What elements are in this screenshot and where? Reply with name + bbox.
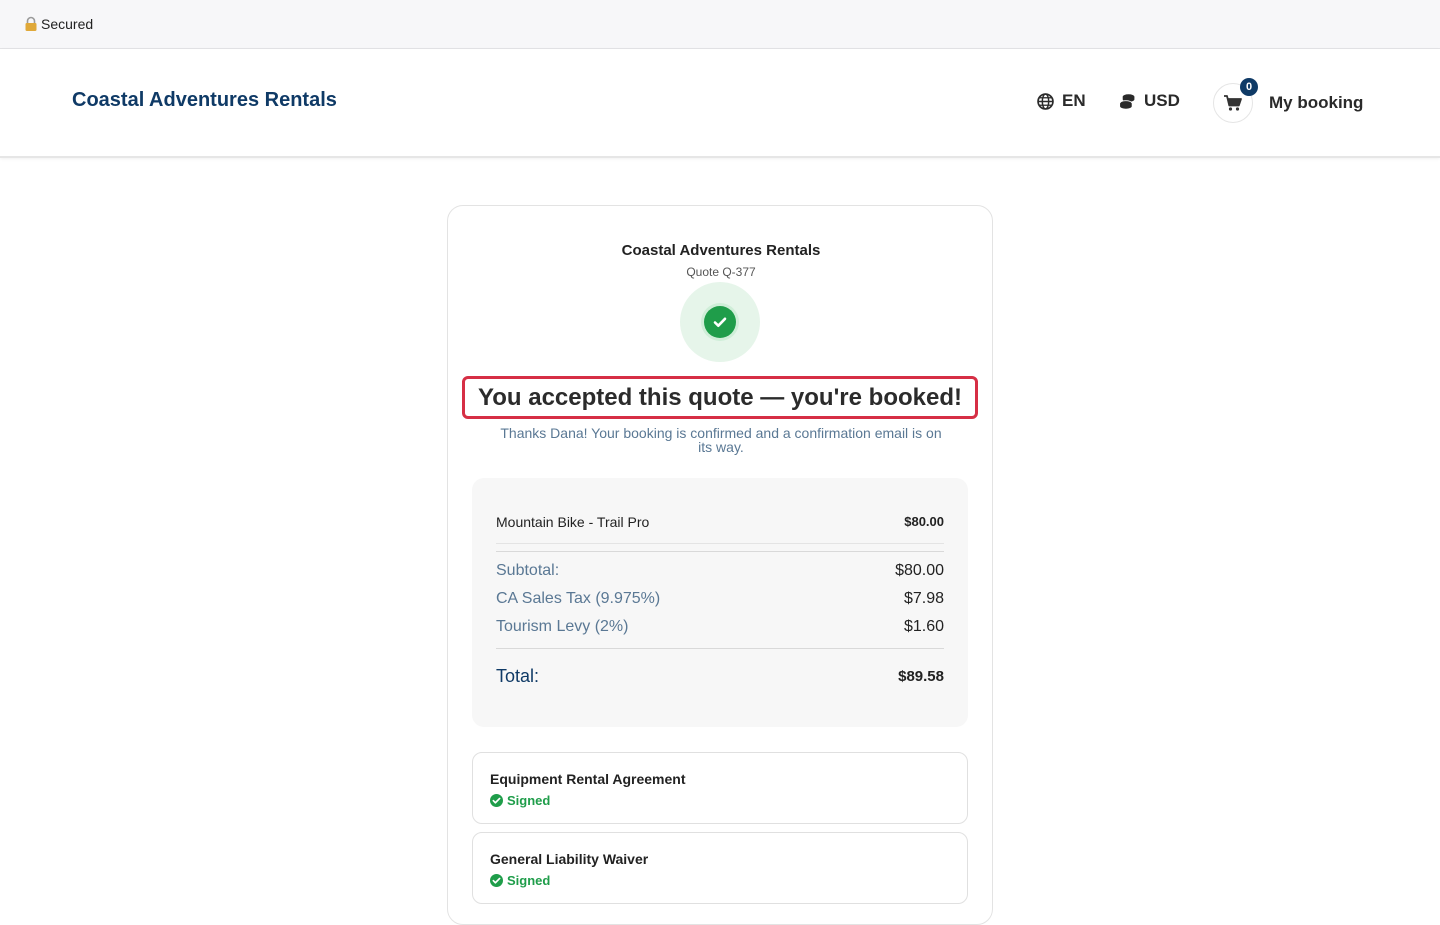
- language-label: EN: [1062, 91, 1086, 110]
- check-circle-icon: [490, 794, 503, 807]
- security-bar: Secured: [0, 0, 1440, 49]
- language-selector[interactable]: EN: [1037, 91, 1086, 111]
- fee-row-tourism-levy: Tourism Levy (2%) $1.60: [496, 618, 944, 636]
- brand-logo-text[interactable]: Coastal Adventures Rentals: [72, 89, 337, 112]
- fee-amount: $1.60: [903, 618, 944, 635]
- quote-card: Coastal Adventures Rentals Quote Q-377 Y…: [447, 205, 993, 925]
- check-circle-icon: [490, 874, 503, 887]
- document-title: Equipment Rental Agreement: [490, 771, 686, 787]
- checkmark-icon: [713, 317, 727, 327]
- document-title: General Liability Waiver: [490, 851, 649, 867]
- total-label: Total:: [496, 666, 540, 686]
- total-row: Total: $89.58: [496, 666, 944, 687]
- lock-icon: [25, 16, 37, 31]
- fee-label: CA Sales Tax (9.975%): [496, 590, 661, 607]
- document-status: Signed: [490, 873, 550, 888]
- price-summary: Mountain Bike - Trail Pro $80.00 Subtota…: [472, 478, 968, 727]
- my-booking-link[interactable]: My booking: [1269, 93, 1363, 113]
- divider: [496, 551, 944, 552]
- site-header: Coastal Adventures Rentals EN USD 0 My b…: [0, 49, 1440, 158]
- fee-amount: $7.98: [903, 590, 944, 607]
- confirmation-headline: You accepted this quote — you're booked!: [462, 376, 978, 419]
- cart-count-badge: 0: [1240, 78, 1258, 96]
- line-item: Mountain Bike - Trail Pro $80.00: [496, 514, 944, 530]
- subtotal-amount: $80.00: [895, 562, 944, 579]
- fee-row-sales-tax: CA Sales Tax (9.975%) $7.98: [496, 590, 944, 608]
- currency-selector[interactable]: USD: [1119, 91, 1180, 111]
- quote-number: Quote Q-377: [686, 265, 756, 279]
- fee-label: Tourism Levy (2%): [496, 618, 629, 635]
- divider: [496, 543, 944, 544]
- line-item-price: $80.00: [904, 514, 944, 529]
- subtotal-label: Subtotal:: [496, 562, 560, 579]
- status-label: Signed: [507, 873, 551, 888]
- subtotal-row: Subtotal: $80.00: [496, 562, 944, 580]
- status-label: Signed: [507, 793, 551, 808]
- success-indicator: [680, 282, 760, 362]
- cart-icon: [1224, 95, 1242, 111]
- document-card-liability-waiver[interactable]: General Liability Waiver Signed: [472, 832, 968, 904]
- coins-icon: [1119, 93, 1135, 109]
- document-status: Signed: [490, 793, 550, 808]
- total-amount: $89.58: [898, 668, 944, 685]
- globe-icon: [1037, 92, 1054, 110]
- divider: [496, 648, 944, 649]
- check-circle-icon: [704, 306, 736, 338]
- company-name: Coastal Adventures Rentals: [621, 242, 821, 259]
- line-item-name: Mountain Bike - Trail Pro: [496, 514, 650, 530]
- secured-label: Secured: [41, 16, 94, 32]
- confirmation-message: Thanks Dana! Your booking is confirmed a…: [500, 425, 942, 455]
- document-card-rental-agreement[interactable]: Equipment Rental Agreement Signed: [472, 752, 968, 824]
- currency-label: USD: [1144, 91, 1180, 110]
